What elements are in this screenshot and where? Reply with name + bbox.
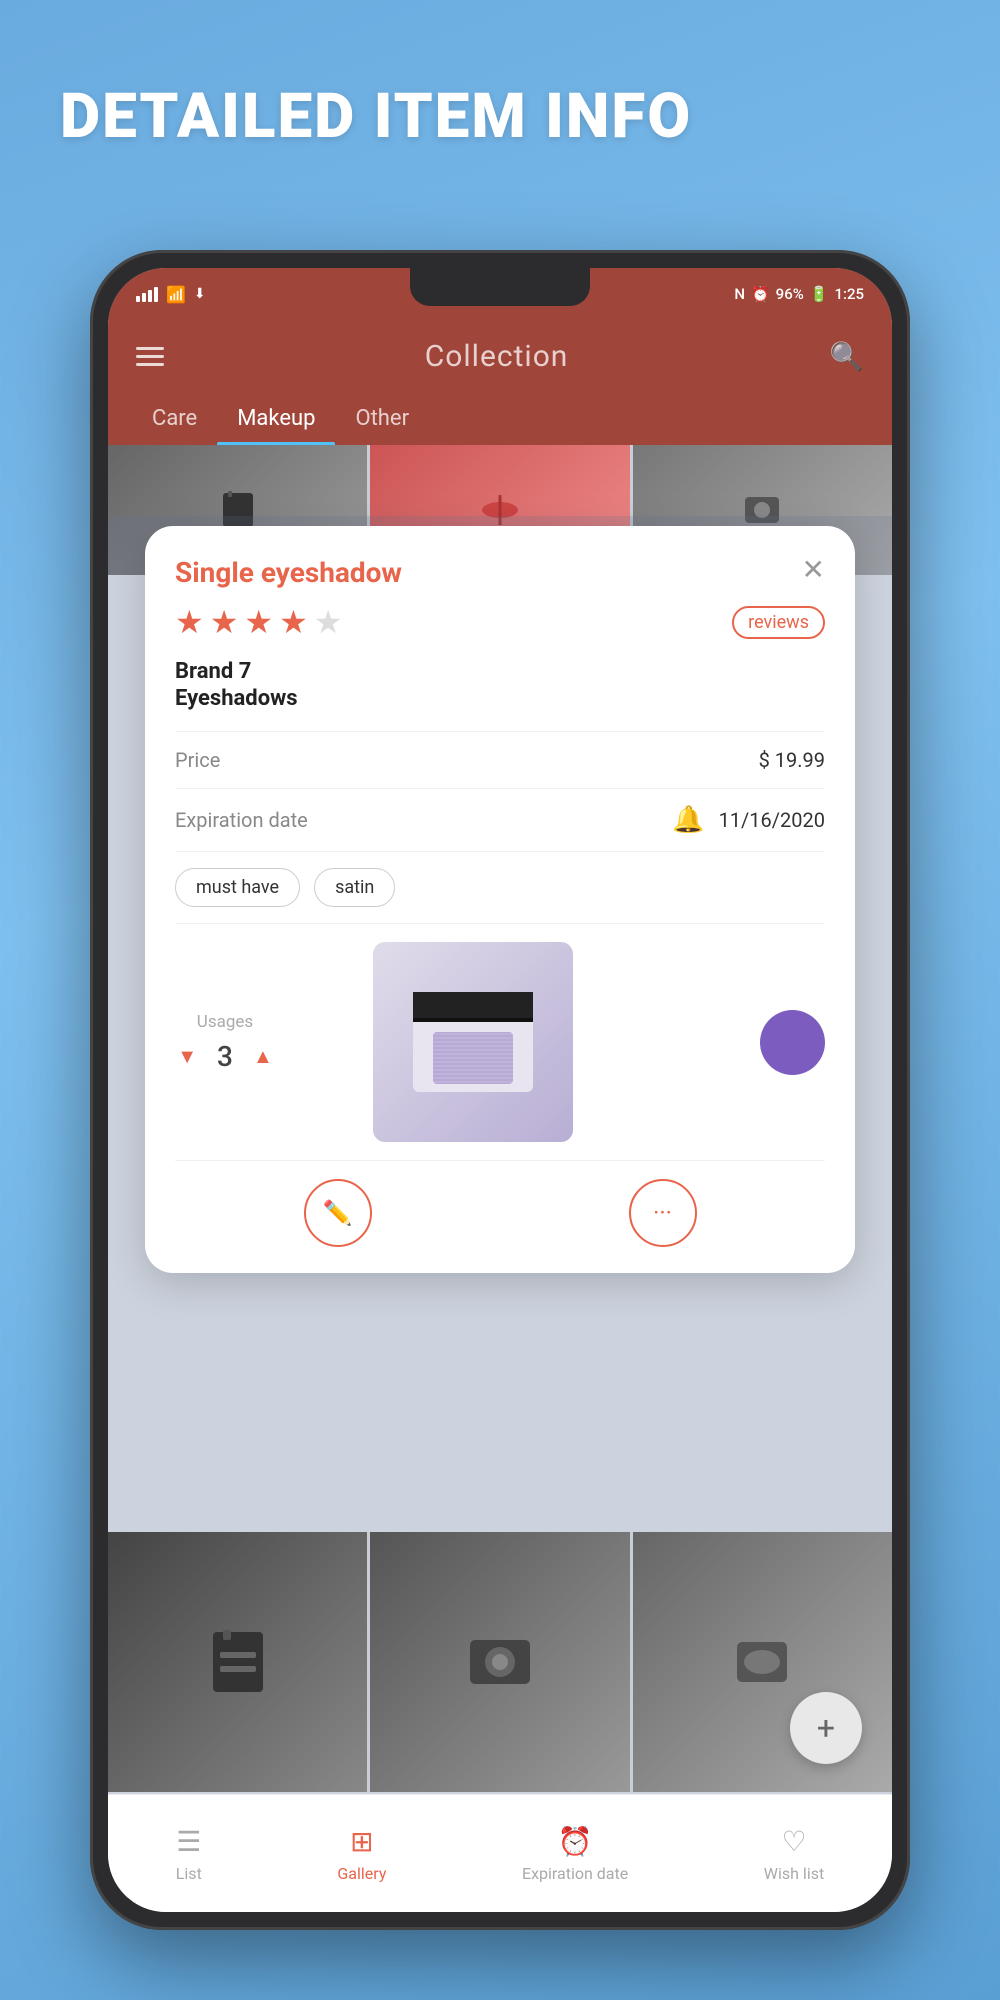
usage-increase-button[interactable]: ▲ [253, 1044, 273, 1069]
list-icon: ☰ [176, 1825, 201, 1858]
time-display: 1:25 [834, 285, 864, 303]
color-swatch[interactable] [760, 1010, 825, 1075]
usage-image-row: Usages ▼ 3 ▲ [175, 923, 825, 1160]
nav-label-expiration: Expiration date [522, 1864, 628, 1883]
nav-label-list: List [176, 1864, 202, 1883]
expiration-value: 11/16/2020 [719, 808, 825, 832]
tag-must-have[interactable]: must have [175, 868, 300, 907]
usage-decrease-button[interactable]: ▼ [177, 1044, 197, 1069]
tag-satin[interactable]: satin [314, 868, 395, 907]
heart-icon: ♡ [781, 1825, 806, 1858]
tags-row: must have satin [175, 851, 825, 923]
star-1[interactable]: ★ [175, 603, 204, 641]
category-label: Eyeshadows [175, 686, 825, 711]
phone-frame: 📶 ⬇ N ⏰ 96% 🔋 1:25 Collection 🔍 [90, 250, 910, 1930]
app-bar: Collection 🔍 [108, 320, 892, 392]
app-bar-title: Collection [425, 339, 569, 374]
price-row: Price $ 19.99 [175, 731, 825, 788]
wifi-icon: 📶 [166, 285, 186, 304]
bottom-thumb-3[interactable] [633, 1532, 892, 1792]
price-value: $ 19.99 [759, 748, 825, 772]
nav-item-gallery[interactable]: ⊞ Gallery [337, 1825, 386, 1883]
edit-button[interactable]: ✏️ [304, 1179, 372, 1247]
nav-item-list[interactable]: ☰ List [176, 1825, 202, 1883]
nfc-icon: N [734, 285, 745, 303]
modal-title: Single eyeshadow [175, 556, 402, 589]
signal-bars-icon [136, 286, 158, 302]
expiration-label: Expiration date [175, 808, 308, 832]
expiration-row: Expiration date 🔔 11/16/2020 [175, 788, 825, 851]
usage-number: 3 [217, 1040, 233, 1073]
nav-item-expiration[interactable]: ⏰ Expiration date [522, 1825, 628, 1883]
modal-actions: ✏️ ··· [175, 1160, 825, 1253]
status-right: N ⏰ 96% 🔋 1:25 [734, 285, 864, 303]
phone-screen: 📶 ⬇ N ⏰ 96% 🔋 1:25 Collection 🔍 [108, 268, 892, 1912]
nav-label-wishlist: Wish list [764, 1864, 824, 1883]
star-3[interactable]: ★ [244, 603, 273, 641]
battery-percent: 96% [776, 285, 804, 303]
more-options-button[interactable]: ··· [629, 1179, 697, 1247]
star-4[interactable]: ★ [279, 603, 308, 641]
brand-label: Brand 7 [175, 659, 825, 684]
bottom-thumb-1[interactable] [108, 1532, 367, 1792]
price-label: Price [175, 748, 220, 772]
notch [410, 268, 590, 306]
usage-counter: Usages ▼ 3 ▲ [175, 1012, 275, 1073]
tab-care[interactable]: Care [132, 392, 217, 445]
fab-add-button[interactable]: + [790, 1692, 862, 1764]
more-icon: ··· [653, 1199, 672, 1227]
page-title: DETAILED ITEM INFO [60, 80, 692, 153]
gallery-icon: ⊞ [350, 1825, 373, 1858]
tab-bar: Care Makeup Other [108, 392, 892, 445]
reviews-badge[interactable]: reviews [732, 606, 825, 639]
edit-icon: ✏️ [323, 1199, 353, 1227]
fab-plus-icon: + [817, 1709, 835, 1747]
product-image [373, 942, 573, 1142]
nav-label-gallery: Gallery [337, 1864, 386, 1883]
search-icon[interactable]: 🔍 [829, 340, 864, 373]
nav-item-wishlist[interactable]: ♡ Wish list [764, 1825, 824, 1883]
bell-icon[interactable]: 🔔 [672, 805, 704, 835]
bottom-nav: ☰ List ⊞ Gallery ⏰ Expiration date ♡ Wis… [108, 1794, 892, 1912]
hamburger-menu-button[interactable] [136, 347, 164, 366]
clock-icon: ⏰ [558, 1825, 593, 1858]
usages-label: Usages [197, 1012, 253, 1032]
close-button[interactable]: ✕ [802, 556, 825, 584]
expiry-right: 🔔 11/16/2020 [672, 805, 825, 835]
star-5[interactable]: ★ [314, 603, 343, 641]
download-icon: ⬇ [194, 286, 206, 302]
bottom-thumb-2[interactable] [370, 1532, 629, 1792]
modal-header: Single eyeshadow ✕ [175, 556, 825, 589]
bottom-grid [108, 1532, 892, 1792]
star-2[interactable]: ★ [210, 603, 239, 641]
battery-icon: 🔋 [810, 285, 829, 303]
rating-row: ★ ★ ★ ★ ★ reviews [175, 603, 825, 641]
alarm-icon: ⏰ [751, 285, 770, 303]
detail-modal: Single eyeshadow ✕ ★ ★ ★ ★ ★ reviews Bra… [145, 526, 855, 1273]
tab-makeup[interactable]: Makeup [217, 392, 335, 445]
tab-other[interactable]: Other [335, 392, 429, 445]
status-left: 📶 ⬇ [136, 285, 206, 304]
usage-arrows: ▼ 3 ▲ [177, 1040, 273, 1073]
